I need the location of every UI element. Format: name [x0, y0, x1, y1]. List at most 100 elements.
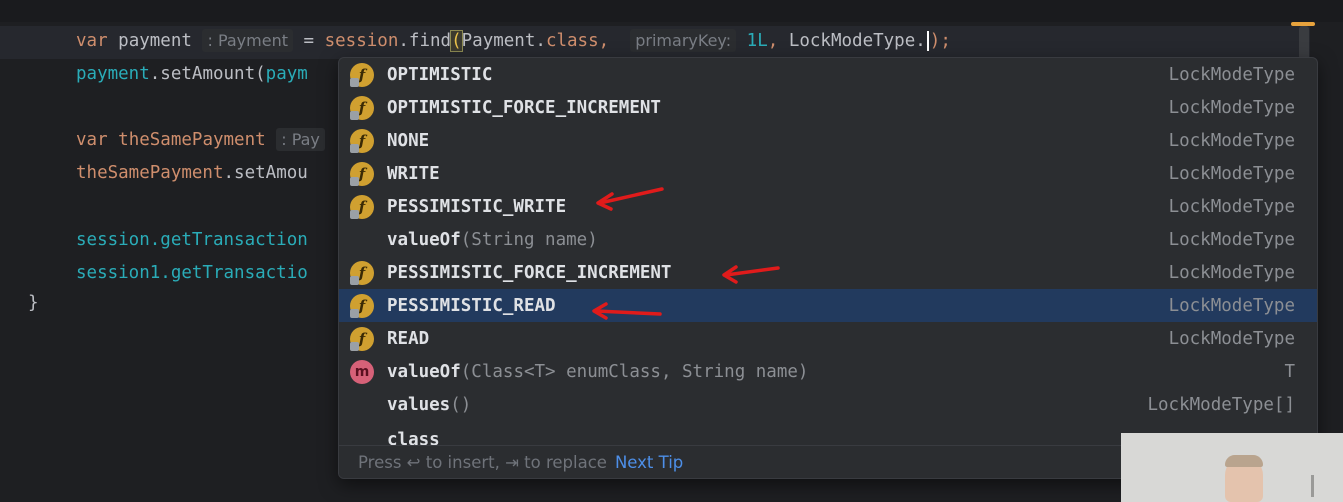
comma: , [598, 31, 620, 51]
top-toolbar [0, 0, 1343, 22]
completion-item[interactable]: values() LockModeType[] [339, 388, 1317, 421]
inlay-type-hint: : Pay [276, 128, 325, 151]
code-line-3[interactable]: var theSamePayment : Pay [76, 128, 325, 151]
method-name: values [387, 394, 451, 415]
field-icon: f [350, 162, 374, 186]
field-icon: f [350, 195, 374, 219]
completion-item[interactable]: f PESSIMISTIC_FORCE_INCREMENT LockModeTy… [339, 256, 1317, 289]
completion-type: LockModeType [1168, 64, 1295, 85]
method-icon: m [350, 360, 374, 384]
completion-type: LockModeType [1168, 328, 1295, 349]
closing-brace: } [28, 293, 39, 313]
completion-name: NONE [387, 130, 430, 151]
completion-type: LockModeType [1168, 163, 1295, 184]
completion-item[interactable]: f OPTIMISTIC_FORCE_INCREMENT LockModeTyp… [339, 91, 1317, 124]
red-arrow-icon [722, 265, 780, 284]
code-line-5[interactable]: session.getTransaction [76, 230, 308, 250]
field-icon: f [350, 96, 374, 120]
variable-name: theSamePayment [118, 130, 266, 150]
lock-icon [350, 111, 359, 120]
text-caret [926, 31, 929, 51]
completion-type: LockModeType [1168, 196, 1295, 217]
completion-name: READ [387, 328, 430, 349]
completion-item[interactable]: f NONE LockModeType [339, 124, 1317, 157]
comma: , [767, 31, 789, 51]
completion-type: T [1284, 361, 1295, 382]
completion-name: PESSIMISTIC_FORCE_INCREMENT [387, 262, 672, 283]
field-icon: f [350, 294, 374, 318]
class-ref: Payment [461, 31, 536, 51]
completion-name: values() [387, 395, 471, 415]
lock-icon [350, 276, 359, 285]
keyword-var: var [76, 130, 108, 150]
operator: = [293, 31, 325, 51]
webcam-overlay [1121, 433, 1343, 502]
code-text: session1.getTransactio [76, 263, 308, 283]
completion-item[interactable]: f READ LockModeType [339, 322, 1317, 355]
completion-item-selected[interactable]: f PESSIMISTIC_READ LockModeType [339, 289, 1317, 322]
code-text: session.getTransaction [76, 230, 308, 250]
completion-name: WRITE [387, 163, 440, 184]
code-line-2[interactable]: payment.setAmount(paym [76, 64, 308, 84]
code-line-6[interactable]: session1.getTransactio [76, 263, 308, 283]
insert-hint: Press ↩ to insert, ⇥ to replace [358, 453, 607, 472]
variable-name: payment [118, 31, 192, 51]
field-icon: f [350, 129, 374, 153]
dot: . [535, 31, 546, 51]
argument: paym [265, 64, 308, 84]
code-completion-popup[interactable]: f OPTIMISTIC LockModeType f OPTIMISTIC_F… [338, 57, 1318, 479]
lock-icon [350, 309, 359, 318]
dot: . [398, 31, 409, 51]
completion-item[interactable]: m valueOf(Class<T> enumClass, String nam… [339, 355, 1317, 388]
method-params: () [450, 394, 472, 415]
method-name: valueOf [387, 229, 461, 250]
next-tip-link[interactable]: Next Tip [615, 453, 683, 472]
code-line-1[interactable]: var payment : Payment = session.find(Pay… [76, 29, 951, 52]
completion-type: LockModeType [1168, 295, 1295, 316]
completion-type: LockModeType [1168, 130, 1295, 151]
completion-type: LockModeType[] [1147, 394, 1295, 415]
close-paren: ); [929, 31, 951, 51]
completion-item[interactable]: f OPTIMISTIC LockModeType [339, 58, 1317, 91]
number-literal: 1L [746, 31, 768, 51]
field-icon: f [350, 63, 374, 87]
inlay-type-hint: : Payment [202, 29, 293, 52]
method-call: .setAmount( [149, 64, 266, 84]
call-method: find [408, 31, 452, 51]
completion-name: OPTIMISTIC_FORCE_INCREMENT [387, 97, 661, 118]
inlay-param-hint: primaryKey: [630, 29, 737, 52]
completion-name: valueOf(Class<T> enumClass, String name) [387, 362, 808, 382]
completion-name: valueOf(String name) [387, 230, 598, 250]
completion-item[interactable]: f PESSIMISTIC_WRITE LockModeType [339, 190, 1317, 223]
lock-mode-ref: LockModeType. [788, 31, 926, 51]
field-icon: f [350, 327, 374, 351]
completion-type: LockModeType [1168, 229, 1295, 250]
paren-highlight: ( [450, 30, 463, 52]
method-call: .setAmou [223, 163, 308, 183]
code-line-4[interactable]: theSamePayment.setAmou [76, 163, 308, 183]
variable-ref: theSamePayment [76, 163, 224, 183]
variable-ref: payment [76, 64, 150, 84]
red-arrow-icon [596, 187, 664, 211]
field-icon: f [350, 261, 374, 285]
completion-item[interactable]: valueOf(String name) LockModeType [339, 223, 1317, 256]
call-object: session [324, 31, 399, 51]
method-params: (String name) [460, 229, 598, 250]
method-name: valueOf [387, 361, 461, 382]
method-params: (Class<T> enumClass, String name) [460, 361, 809, 382]
completion-name: OPTIMISTIC [387, 64, 493, 85]
lock-icon [350, 78, 359, 87]
completion-name: PESSIMISTIC_READ [387, 295, 556, 316]
class-keyword: class [545, 31, 599, 51]
lock-icon [350, 210, 359, 219]
lock-icon [350, 177, 359, 186]
red-arrow-icon [592, 302, 662, 320]
completion-item[interactable]: f WRITE LockModeType [339, 157, 1317, 190]
presenter-hair [1225, 455, 1263, 467]
completion-type: LockModeType [1168, 262, 1295, 283]
wall-fixture [1311, 475, 1314, 497]
completion-name: PESSIMISTIC_WRITE [387, 196, 567, 217]
keyword-var: var [76, 31, 108, 51]
lock-icon [350, 342, 359, 351]
completion-type: LockModeType [1168, 97, 1295, 118]
